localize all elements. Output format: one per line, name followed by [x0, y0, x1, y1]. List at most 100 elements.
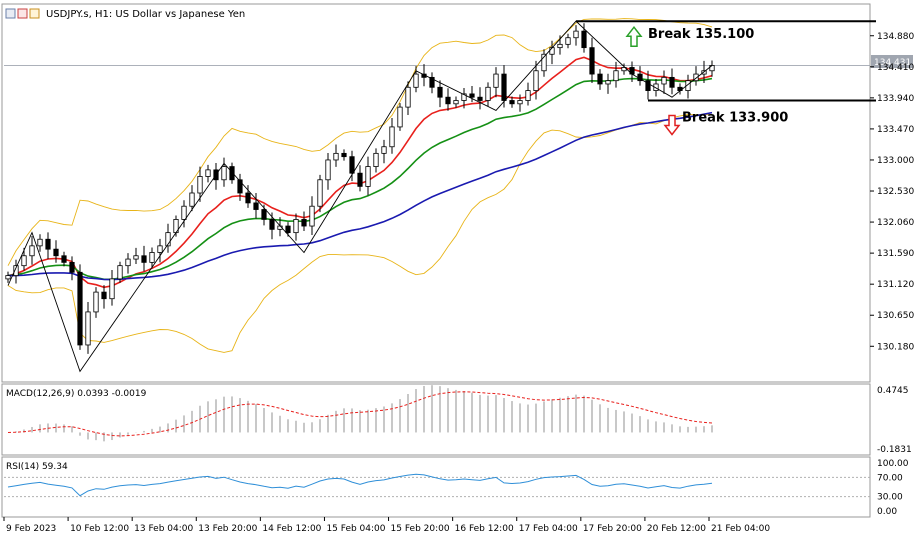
candle-body: [245, 192, 251, 204]
y-tick-label: 133.940: [877, 94, 914, 104]
candle-body: [109, 278, 115, 300]
x-tick-label: 14 Feb 12:00: [262, 524, 321, 534]
x-tick-label: 10 Feb 12:00: [70, 524, 129, 534]
y-tick-label: 133.470: [877, 125, 914, 135]
x-tick-label: 13 Feb 20:00: [198, 524, 257, 534]
candle-body: [397, 106, 403, 128]
y-tick-label: 132.060: [877, 218, 914, 228]
bars-icon: [29, 8, 40, 19]
x-tick-label: 21 Feb 04:00: [711, 524, 770, 534]
candle-body: [189, 192, 195, 207]
break-down-label: Break 133.900: [682, 111, 788, 126]
x-tick-label: 16 Feb 12:00: [455, 524, 514, 534]
x-tick-label: 20 Feb 12:00: [647, 524, 706, 534]
candle-body: [533, 70, 539, 91]
candle-body: [205, 169, 211, 177]
candle-body: [269, 219, 275, 230]
candle-body: [229, 166, 235, 181]
candle-body: [133, 255, 139, 260]
candle-body: [125, 258, 131, 267]
candle-body: [181, 205, 187, 220]
candle-body: [85, 311, 91, 346]
candle-body: [309, 205, 315, 227]
macd-label: MACD(12,26,9) 0.0393 -0.0019: [6, 389, 147, 399]
candle-body: [197, 176, 203, 194]
candle-body: [141, 255, 147, 263]
candle-body: [61, 255, 67, 263]
candle-body: [589, 47, 595, 75]
rsi-label: RSI(14) 59.34: [6, 462, 68, 472]
x-tick-label: 17 Feb 04:00: [519, 524, 578, 534]
candle-body: [341, 152, 347, 158]
candle-body: [453, 100, 459, 105]
rsi-tick-label: 100.00: [877, 459, 909, 469]
chart-type-icon: [17, 8, 28, 19]
candle-body: [21, 255, 27, 267]
candle-body: [485, 86, 491, 101]
macd-y-axis: 0.4745 -0.1831: [877, 386, 912, 455]
y-tick-label: 131.120: [877, 280, 914, 290]
candle-body: [53, 248, 59, 257]
candle-body: [597, 73, 603, 85]
window-icon: [5, 8, 16, 19]
candle-body: [509, 100, 515, 105]
rsi-tick-label: 30.00: [877, 493, 903, 503]
rsi-panel[interactable]: [1, 456, 871, 518]
candle-body: [357, 172, 363, 187]
candle-body: [317, 179, 323, 207]
candle-body: [381, 146, 387, 154]
candle-body: [77, 271, 83, 346]
candle-body: [573, 30, 579, 39]
candle-body: [69, 261, 75, 273]
candle-body: [389, 126, 395, 148]
candle-body: [117, 265, 123, 280]
candle-body: [221, 166, 227, 181]
candle-body: [333, 152, 339, 161]
candle-body: [101, 291, 107, 300]
candle-body: [261, 209, 267, 220]
candle-body: [613, 70, 619, 82]
candle-body: [437, 86, 443, 98]
y-tick-label: 132.530: [877, 187, 914, 197]
candle-body: [565, 37, 571, 45]
candle-body: [373, 152, 379, 167]
candle-body: [605, 80, 611, 85]
candle-body: [557, 43, 563, 49]
candle-body: [29, 245, 35, 257]
y-tick-label: 134.410: [877, 63, 914, 73]
candle-body: [157, 245, 163, 253]
candle-body: [349, 156, 355, 174]
x-tick-label: 13 Feb 04:00: [134, 524, 193, 534]
macd-tick-label: -0.1831: [877, 445, 912, 455]
x-tick-label: 17 Feb 20:00: [583, 524, 642, 534]
candle-body: [477, 96, 483, 101]
candle-body: [581, 30, 587, 49]
candle-body: [525, 90, 531, 101]
candle-body: [669, 76, 675, 88]
candle-body: [285, 225, 291, 234]
candle-body: [37, 238, 43, 247]
main-panel[interactable]: [1, 3, 871, 383]
candle-body: [413, 73, 419, 88]
candle-body: [301, 219, 307, 227]
candle-body: [517, 100, 523, 105]
rsi-y-axis: 100.00 70.00 30.00 0.00: [877, 459, 909, 517]
candle-body: [253, 202, 259, 210]
candle-body: [469, 93, 475, 98]
candle-body: [365, 166, 371, 187]
y-tick-label: 130.180: [877, 342, 914, 352]
x-tick-label: 15 Feb 20:00: [391, 524, 450, 534]
candle-body: [45, 238, 51, 250]
y-tick-label: 134.880: [877, 32, 914, 42]
break-up-label: Break 135.100: [648, 27, 754, 42]
symbol-line: USDJPY.s, H1: US Dollar vs Japanese Yen: [46, 9, 245, 20]
trading-chart[interactable]: USDJPY.s, H1: US Dollar vs Japanese Yen …: [0, 0, 916, 540]
y-tick-label: 133.000: [877, 156, 914, 166]
candle-body: [325, 159, 331, 181]
candle-body: [661, 76, 667, 85]
candle-body: [93, 291, 99, 313]
candle-body: [293, 219, 299, 234]
y-tick-label: 130.650: [877, 311, 914, 321]
y-tick-label: 131.590: [877, 249, 914, 259]
x-tick-label: 15 Feb 04:00: [326, 524, 385, 534]
